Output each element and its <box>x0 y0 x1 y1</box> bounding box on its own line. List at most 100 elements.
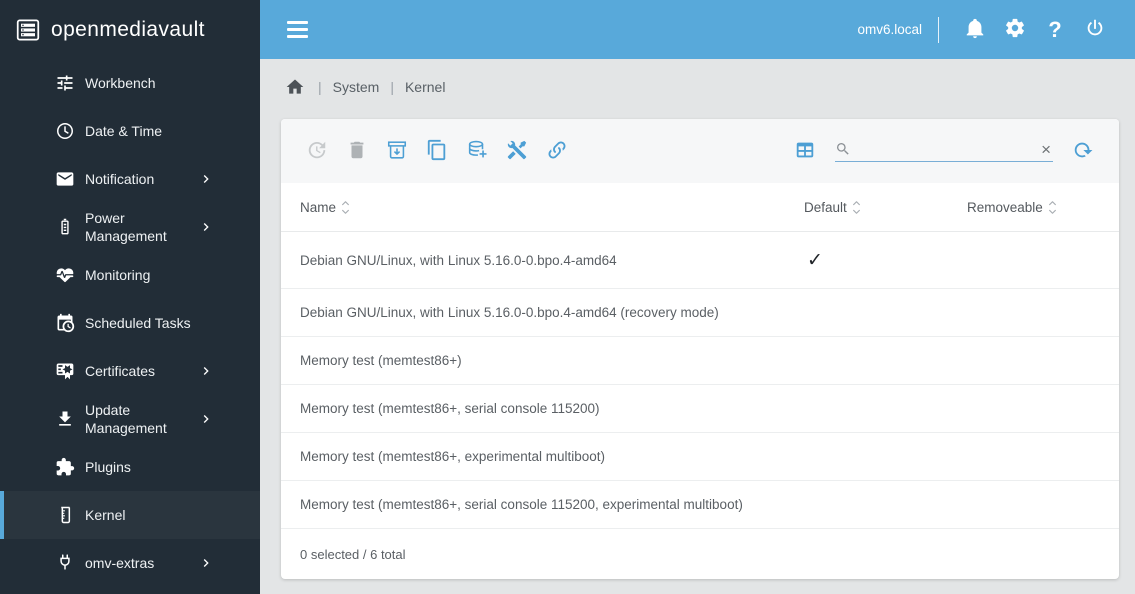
content-copy-icon <box>426 139 448 164</box>
power-plug-icon <box>54 552 76 574</box>
power-button[interactable] <box>1075 10 1115 50</box>
chevron-right-icon <box>198 219 214 235</box>
calendar-clock-icon <box>54 312 76 334</box>
sidebar-item-update-management[interactable]: Update Management <box>0 395 260 443</box>
column-header-name[interactable]: Name <box>300 200 804 215</box>
cell-name: Memory test (memtest86+, serial console … <box>300 497 743 512</box>
chevron-right-icon <box>198 555 214 571</box>
chevron-right-icon <box>198 411 214 427</box>
checkmark-icon: ✓ <box>807 249 823 271</box>
chevron-right-icon <box>198 171 214 187</box>
sidebar-item-scheduled-tasks[interactable]: Scheduled Tasks <box>0 299 260 347</box>
sidebar-item-label: omv-extras <box>85 555 155 571</box>
table-footer: 0 selected / 6 total <box>281 529 1119 579</box>
column-header-default[interactable]: Default <box>804 200 967 215</box>
envelope-icon <box>54 168 76 190</box>
table-row[interactable]: Debian GNU/Linux, with Linux 5.16.0-0.bp… <box>281 232 1119 289</box>
table-row[interactable]: Memory test (memtest86+) <box>281 337 1119 385</box>
table-row[interactable]: Memory test (memtest86+, serial console … <box>281 385 1119 433</box>
column-header-label: Removeable <box>967 199 1043 215</box>
breadcrumb-item-kernel: Kernel <box>404 79 446 95</box>
table-body: Debian GNU/Linux, with Linux 5.16.0-0.bp… <box>281 232 1119 529</box>
bell-icon <box>964 17 986 42</box>
column-header-label: Name <box>300 199 337 215</box>
sidebar-item-label: Update Management <box>85 402 167 436</box>
table-toolbar: × <box>281 119 1119 183</box>
sidebar-item-label: Plugins <box>85 459 131 475</box>
table-row[interactable]: Debian GNU/Linux, with Linux 5.16.0-0.bp… <box>281 289 1119 337</box>
reload-button[interactable] <box>1063 131 1103 171</box>
logo-text: openmediavault <box>51 17 205 41</box>
sidebar-nav: Workbench Date & Time Notification Power Ma… <box>0 59 260 594</box>
sidebar-item-label: Date & Time <box>85 123 163 139</box>
menu-toggle-button[interactable] <box>283 17 312 42</box>
sidebar-item-power-management[interactable]: Power Management <box>0 203 260 251</box>
toolbar-copy-button[interactable] <box>417 131 457 171</box>
toolbar-tools-button[interactable] <box>497 131 537 171</box>
breadcrumb-separator: | <box>390 79 394 95</box>
search-icon <box>835 141 851 157</box>
column-settings-button[interactable] <box>785 131 825 171</box>
breadcrumb: | System | Kernel <box>285 69 1119 105</box>
update-icon <box>306 139 328 164</box>
home-icon[interactable] <box>285 76 307 98</box>
download-icon <box>54 408 76 430</box>
app-logo: openmediavault <box>0 0 260 59</box>
sidebar-item-plugins[interactable]: Plugins <box>0 443 260 491</box>
sidebar-item-workbench[interactable]: Workbench <box>0 59 260 107</box>
sidebar-item-label: Workbench <box>85 75 156 91</box>
toolbar-set-default-button[interactable] <box>377 131 417 171</box>
toolbar-right: × <box>785 131 1103 171</box>
hostname-label: omv6.local <box>857 22 922 37</box>
puzzle-icon <box>54 456 76 478</box>
breadcrumb-item-system[interactable]: System <box>333 79 380 95</box>
table-row[interactable]: Memory test (memtest86+, experimental mu… <box>281 433 1119 481</box>
cell-name: Debian GNU/Linux, with Linux 5.16.0-0.bp… <box>300 305 719 320</box>
notifications-button[interactable] <box>955 10 995 50</box>
sidebar-item-kernel[interactable]: Kernel <box>0 491 260 539</box>
heart-pulse-icon <box>54 264 76 286</box>
cell-name: Memory test (memtest86+, experimental mu… <box>300 449 605 464</box>
sidebar-item-label: Scheduled Tasks <box>85 315 191 331</box>
kernel-table-card: × Name Default Removeable Debian GNU/Linux… <box>281 119 1119 579</box>
battery-icon <box>54 216 76 238</box>
sort-icon <box>852 200 861 215</box>
gear-icon <box>1004 17 1026 42</box>
toolbar-buttons <box>297 131 577 171</box>
sidebar-item-label: Kernel <box>85 507 126 523</box>
reload-icon <box>1072 139 1094 164</box>
power-icon <box>1084 17 1106 42</box>
toolbar-link-button[interactable] <box>537 131 577 171</box>
clock-icon <box>54 120 76 142</box>
sort-icon <box>341 200 350 215</box>
sidebar-item-omv-extras[interactable]: omv-extras <box>0 539 260 587</box>
sidebar-item-date-time[interactable]: Date & Time <box>0 107 260 155</box>
sort-icon <box>1048 200 1057 215</box>
search-input[interactable] <box>851 141 1040 157</box>
header-actions: omv6.local ? <box>857 10 1115 50</box>
table-row[interactable]: Memory test (memtest86+, serial console … <box>281 481 1119 529</box>
cell-name: Debian GNU/Linux, with Linux 5.16.0-0.bp… <box>300 252 617 268</box>
toolbar-add-database-button[interactable] <box>457 131 497 171</box>
settings-button[interactable] <box>995 10 1035 50</box>
search-field: × <box>835 141 1053 162</box>
selection-summary: 0 selected / 6 total <box>300 546 406 562</box>
cell-name: Memory test (memtest86+, serial console … <box>300 401 600 416</box>
header-divider <box>938 16 939 43</box>
sidebar-item-label: Notification <box>85 171 155 187</box>
sidebar-item-certificates[interactable]: Certificates <box>0 347 260 395</box>
table-header-row: Name Default Removeable <box>281 183 1119 232</box>
sidebar-item-label: Monitoring <box>85 267 151 283</box>
clear-search-button[interactable]: × <box>1039 141 1053 158</box>
link-icon <box>546 139 568 164</box>
help-button[interactable]: ? <box>1035 10 1075 50</box>
toolbar-delete-button <box>337 131 377 171</box>
hammer-wrench-icon <box>506 139 528 164</box>
column-header-removeable[interactable]: Removeable <box>967 200 1119 215</box>
chevron-right-icon <box>198 363 214 379</box>
sidebar-item-notification[interactable]: Notification <box>0 155 260 203</box>
help-icon: ? <box>1048 16 1062 42</box>
toolbar-restore-button <box>297 131 337 171</box>
sidebar-item-monitoring[interactable]: Monitoring <box>0 251 260 299</box>
column-header-label: Default <box>804 199 847 215</box>
